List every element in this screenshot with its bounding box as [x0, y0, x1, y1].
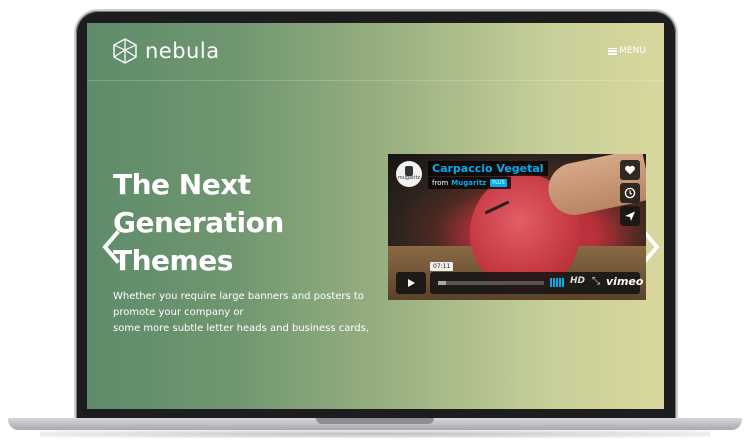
- hamburger-icon: [608, 47, 618, 55]
- heart-icon: [625, 165, 635, 175]
- website-screen: nebula MENU The Next Generation Themes W…: [87, 23, 664, 409]
- hero-title-line: Themes: [113, 244, 233, 277]
- video-byline: from Mugaritz PLUS: [428, 177, 511, 189]
- play-button[interactable]: [396, 272, 426, 294]
- play-icon: [408, 279, 415, 287]
- laptop-notch: [316, 418, 434, 424]
- watch-later-button[interactable]: [620, 183, 640, 203]
- vimeo-logo[interactable]: vimeo: [606, 275, 643, 288]
- site-logo[interactable]: nebula: [111, 37, 220, 65]
- send-icon: [625, 211, 635, 221]
- fullscreen-icon[interactable]: ⤡: [592, 276, 600, 287]
- share-button[interactable]: [620, 206, 640, 226]
- slider-prev-button[interactable]: [99, 229, 123, 265]
- video-from-label: from: [432, 179, 449, 187]
- hero-description-line: Whether you require large banners and po…: [113, 291, 364, 302]
- laptop-shadow: [40, 430, 710, 438]
- hero-title: The Next Generation Themes: [113, 166, 313, 280]
- like-button[interactable]: [620, 160, 640, 180]
- video-progress-track[interactable]: [438, 281, 544, 285]
- hero-description: Whether you require large banners and po…: [113, 289, 373, 337]
- video-title[interactable]: Carpaccio Vegetal: [428, 161, 548, 176]
- hero-description-line: promote your company or: [113, 307, 244, 318]
- hd-toggle[interactable]: HD: [570, 276, 585, 286]
- hero-title-line: The Next: [113, 168, 251, 201]
- video-author-link[interactable]: Mugaritz: [451, 179, 486, 187]
- brand-name: nebula: [145, 39, 220, 63]
- geodesic-polygon-icon: [113, 38, 137, 64]
- video-controls-bar: HD ⤡ vimeo: [430, 272, 643, 294]
- video-player[interactable]: mugaritz Carpaccio Vegetal from Mugaritz…: [388, 154, 646, 300]
- menu-label: MENU: [619, 46, 646, 56]
- hero-title-line: Generation: [113, 206, 284, 239]
- video-progress-fill: [438, 281, 447, 285]
- header-divider: [87, 80, 664, 81]
- channel-avatar[interactable]: mugaritz: [396, 161, 422, 187]
- clock-icon: [624, 187, 636, 199]
- video-time: 07:11: [430, 262, 454, 271]
- menu-button[interactable]: MENU: [608, 46, 646, 56]
- hero-description-line: some more subtle letter heads and busine…: [113, 323, 370, 334]
- volume-control[interactable]: [550, 278, 564, 287]
- author-plus-badge: PLUS: [490, 179, 507, 187]
- chevron-left-icon: [102, 230, 120, 264]
